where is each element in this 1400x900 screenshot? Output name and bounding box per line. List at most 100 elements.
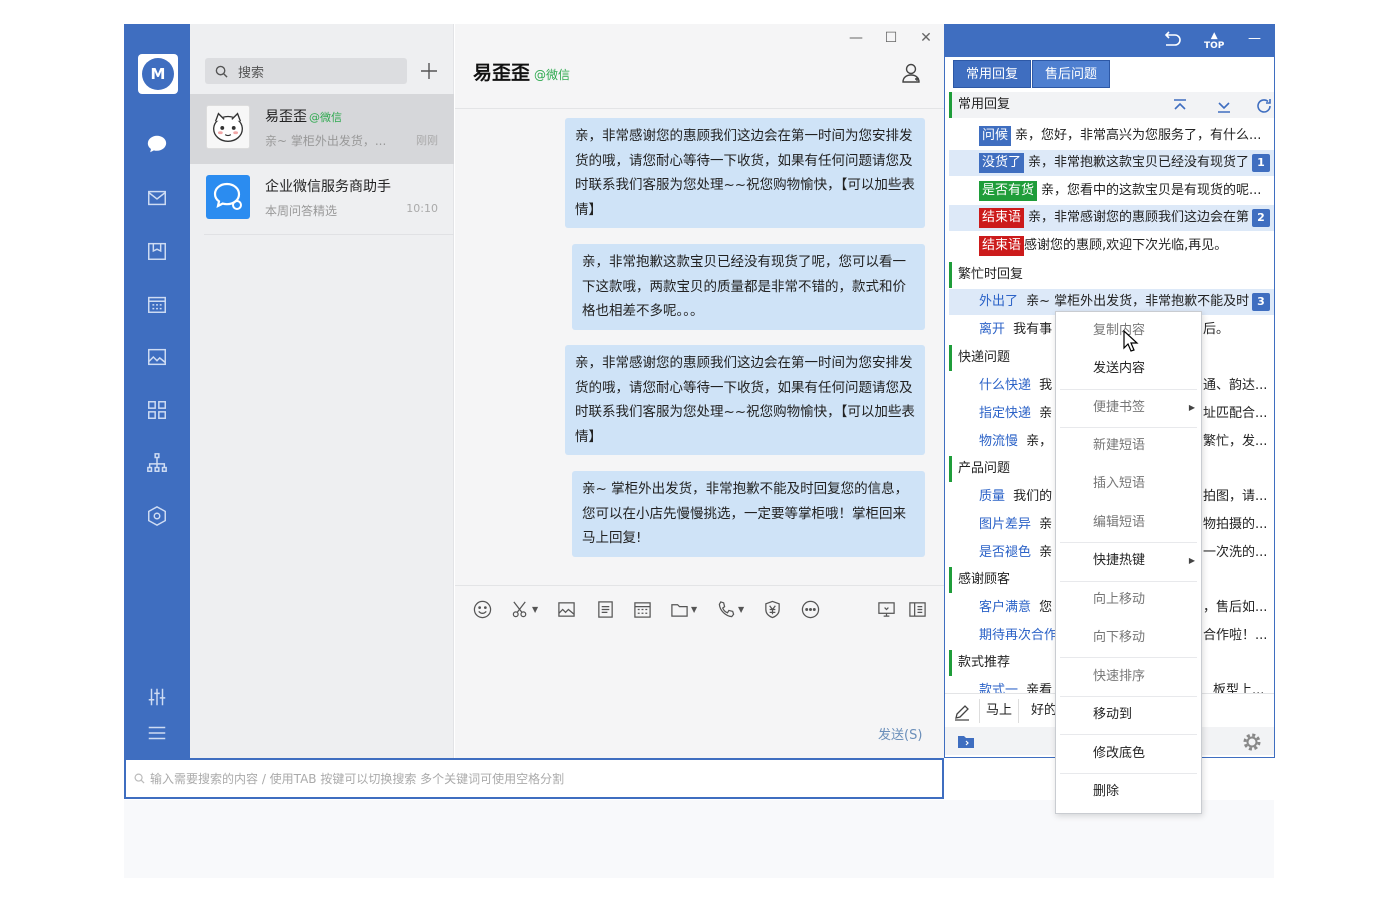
menu-item-edit-phrase[interactable]: 编辑短语	[1056, 504, 1201, 542]
phrase-item[interactable]: 是否有货 亲，您看中的这款宝贝是有现货的呢...	[949, 178, 1274, 204]
phrase-group[interactable]: 常用回复	[949, 92, 1274, 118]
quick-reply-toggle[interactable]	[908, 598, 927, 620]
exit-icon[interactable]	[1163, 31, 1183, 53]
send-button[interactable]: 发送(S)	[878, 724, 922, 743]
divider	[455, 585, 944, 586]
calendar-button[interactable]	[633, 598, 652, 620]
menu-item-move-to[interactable]: 移动到	[1056, 696, 1201, 734]
maximize-button[interactable]: ☐	[881, 30, 901, 46]
list-panel-icon	[909, 601, 926, 617]
app-logo[interactable]: M	[138, 54, 178, 94]
scissors-icon	[512, 601, 527, 617]
arrow-up-icon: ▲	[1210, 31, 1218, 41]
pencil-icon[interactable]	[953, 703, 971, 721]
menu-item-insert-phrase[interactable]: 插入短语	[1056, 465, 1201, 503]
phrase-item[interactable]: 问候 亲，您好，非常高兴为您服务了，有什么...	[949, 123, 1274, 149]
call-button[interactable]: ▼	[717, 598, 744, 620]
phrase-group[interactable]: 繁忙时回复	[949, 262, 1274, 288]
more-icon	[801, 600, 820, 618]
add-button[interactable]	[418, 60, 440, 82]
folder-icon	[671, 603, 688, 617]
message-bubble: 亲，非常感谢您的惠顾我们这边会在第一时间为您安排发货的哦，请您耐心等待一下收货，…	[565, 345, 925, 455]
contact-info-button[interactable]	[901, 62, 923, 88]
phrase-item[interactable]: 没货了 亲，非常抱歉这款宝贝已经没有现货了 1	[949, 150, 1274, 176]
tab-common-replies[interactable]: 常用回复	[953, 60, 1032, 88]
more-button[interactable]	[801, 598, 820, 620]
context-menu: 复制内容 发送内容 便捷书签 ▶ 新建短语 插入短语 编辑短语 快捷热键 ▶ 向上移…	[1055, 311, 1202, 814]
emoji-button[interactable]	[473, 598, 492, 620]
conversation-item[interactable]: 企业微信服务商助手 本周问答精选 10:10	[190, 164, 454, 234]
document-icon	[598, 600, 613, 618]
apps-icon[interactable]	[145, 398, 169, 422]
hotkey-badge: 2	[1252, 209, 1270, 227]
yen-shield-icon	[765, 600, 780, 618]
phrase-search-input[interactable]: 输入需要搜索的内容 / 使用TAB 按键可以切换搜索 多个关键词可使用空格分割	[124, 758, 944, 799]
minimize-button[interactable]: —	[846, 30, 866, 46]
phrase-item[interactable]: 结束语 亲，非常感谢您的惠顾我们这边会在第 2	[949, 205, 1274, 231]
cube-icon[interactable]	[145, 504, 169, 528]
nav-rail: M	[124, 24, 190, 758]
conversation-item[interactable]: 易歪歪 @微信 亲~ 掌柜外出发货，... 刚刚	[190, 94, 454, 164]
menu-item-change-color[interactable]: 修改底色	[1056, 735, 1201, 773]
divider	[204, 234, 454, 235]
hotkey-badge: 3	[1252, 293, 1270, 311]
chevron-down-icon: ▼	[691, 604, 698, 614]
close-button[interactable]: ✕	[916, 30, 936, 46]
chat-title: 易歪歪 @微信	[473, 62, 571, 84]
conversation-preview: 本周问答精选	[265, 204, 338, 218]
quick-reply-header: ▲ TOP —	[945, 25, 1274, 57]
screenshot-button[interactable]: ▼	[511, 598, 538, 620]
settings-gear-icon[interactable]	[1241, 731, 1263, 753]
box-icon[interactable]	[145, 239, 169, 263]
menu-item-send[interactable]: 发送内容	[1056, 350, 1201, 388]
image-icon[interactable]	[145, 345, 169, 369]
chat-panel: — ☐ ✕ 易歪歪 @微信 亲，非常感谢您的惠顾我们这边会在第一时间为您安排发货的…	[455, 24, 944, 758]
message-bubble: 亲，非常抱歉这款宝贝已经没有现货了呢，您可以看一下这款哦，两款宝贝的质量都是非常…	[572, 244, 925, 330]
logo-mark: M	[142, 58, 174, 90]
menu-item-delete[interactable]: 删除	[1056, 773, 1201, 811]
phrase-search-placeholder: 输入需要搜索的内容 / 使用TAB 按键可以切换搜索 多个关键词可使用空格分割	[150, 772, 565, 786]
org-icon[interactable]	[145, 451, 169, 475]
chevron-right-icon: ▶	[1188, 556, 1195, 565]
menu-item-quick-sort[interactable]: 快速排序	[1056, 658, 1201, 696]
payment-button[interactable]	[763, 598, 782, 620]
search-input[interactable]: 搜索	[205, 58, 407, 84]
pin-top-button[interactable]: ▲ TOP	[1204, 31, 1224, 51]
menu-item-move-up[interactable]: 向上移动	[1056, 581, 1201, 619]
mouse-cursor-icon	[1123, 330, 1139, 352]
screen-share-button[interactable]	[877, 598, 896, 620]
phrase-item[interactable]: 结束语 感谢您的惠顾,欢迎下次光临,再见。	[949, 233, 1274, 259]
phone-icon	[718, 600, 735, 617]
folder-icon[interactable]	[957, 733, 975, 749]
chat-icon[interactable]	[145, 132, 169, 156]
mail-icon[interactable]	[145, 186, 169, 210]
conversation-list: 搜索 易歪歪 @微信 亲~ 掌柜外出发货，... 刚刚 企业微信服务商助手 本周问…	[190, 24, 454, 758]
message-bubble: 亲，非常感谢您的惠顾我们这边会在第一时间为您安排发货的哦，请您耐心等待一下收货，…	[565, 118, 925, 228]
quick-word-chip[interactable]: 马上	[979, 699, 1020, 723]
document-button[interactable]	[596, 598, 615, 620]
menu-item-bookmark[interactable]: 便捷书签 ▶	[1056, 389, 1201, 427]
avatar	[206, 175, 250, 219]
move-top-icon[interactable]	[1170, 96, 1190, 116]
menu-item-move-down[interactable]: 向下移动	[1056, 619, 1201, 657]
menu-item-new-phrase[interactable]: 新建短语	[1056, 427, 1201, 465]
chevron-down-icon: ▼	[532, 604, 539, 614]
calendar-icon[interactable]	[145, 292, 169, 316]
move-bottom-icon[interactable]	[1214, 96, 1234, 116]
minimize-button[interactable]: —	[1248, 31, 1261, 46]
monitor-icon	[878, 601, 895, 617]
image-button[interactable]	[557, 598, 576, 620]
conversation-name: 企业微信服务商助手	[265, 179, 391, 195]
tab-after-sales[interactable]: 售后问题	[1032, 60, 1111, 88]
user-add-icon	[902, 63, 920, 83]
plus-icon	[421, 63, 437, 79]
refresh-icon[interactable]	[1254, 96, 1274, 116]
folder-button[interactable]: ▼	[670, 598, 697, 620]
message-bubble: 亲~ 掌柜外出发货，非常抱歉不能及时回复您的信息，您可以在小店先慢慢挑选，一定要…	[572, 471, 925, 557]
menu-icon[interactable]	[145, 721, 169, 745]
search-icon	[134, 773, 145, 784]
search-placeholder: 搜索	[238, 65, 265, 81]
avatar	[206, 105, 250, 149]
menu-item-hotkey[interactable]: 快捷热键 ▶	[1056, 542, 1201, 580]
sliders-icon[interactable]	[145, 685, 169, 709]
